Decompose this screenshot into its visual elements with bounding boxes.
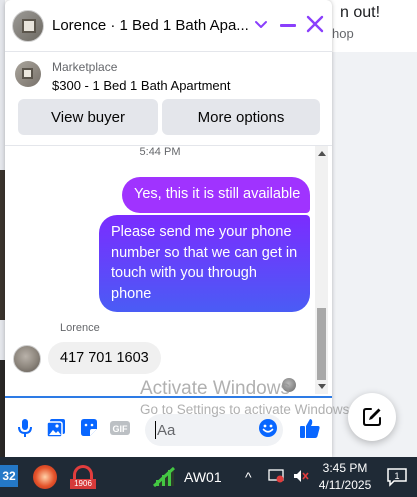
scrollbar[interactable] <box>315 146 328 394</box>
listing-title[interactable]: $300 - 1 Bed 1 Bath Apartment <box>52 78 231 93</box>
chat-title[interactable]: Lorence · 1 Bed 1 Bath Apa... <box>52 17 249 34</box>
photo-icon[interactable] <box>45 417 67 439</box>
minimize-icon <box>280 24 296 27</box>
sticker-icon[interactable] <box>78 417 100 439</box>
outgoing-message[interactable]: Yes, this it is still available <box>122 177 310 213</box>
clock[interactable]: 3:45 PM 4/11/2025 <box>318 460 372 494</box>
taskbar-badge[interactable]: 32 <box>0 465 18 487</box>
view-buyer-button[interactable]: View buyer <box>18 99 158 135</box>
marketplace-card: Marketplace $300 - 1 Bed 1 Bath Apartmen… <box>5 53 332 143</box>
scroll-up-arrow[interactable] <box>318 151 326 156</box>
taskbar: 32 1906 AW01 ^ 3:45 PM 4/11/2025 1 <box>0 457 417 497</box>
background-text: hop <box>332 26 354 41</box>
listing-thumbnail[interactable] <box>15 61 41 87</box>
svg-text:GIF: GIF <box>113 424 129 434</box>
taskbar-app-icon[interactable] <box>33 465 57 489</box>
minimize-button[interactable] <box>277 13 299 35</box>
scroll-thumb[interactable] <box>317 308 326 380</box>
sender-avatar[interactable] <box>13 345 41 373</box>
background-page-right: n out! hop <box>332 0 417 457</box>
scroll-down-arrow[interactable] <box>318 384 326 389</box>
emoji-icon[interactable] <box>258 418 278 438</box>
microphone-icon[interactable] <box>14 417 36 439</box>
sender-name: Lorence <box>60 322 100 334</box>
marketplace-label: Marketplace <box>52 60 118 74</box>
notification-count: 1 <box>394 471 399 481</box>
chat-header[interactable]: Lorence · 1 Bed 1 Bath Apa... <box>5 0 332 52</box>
clock-time: 3:45 PM <box>322 461 368 475</box>
text-caret <box>155 421 156 439</box>
seen-indicator-avatar <box>282 378 296 392</box>
message-input-placeholder: Aa <box>157 421 176 439</box>
chat-window: Lorence · 1 Bed 1 Bath Apa... Marketplac… <box>5 0 332 457</box>
signal-icon[interactable] <box>152 466 176 488</box>
incoming-message[interactable]: 417 701 1603 <box>48 342 161 374</box>
close-icon <box>306 15 324 33</box>
network-label[interactable]: AW01 <box>184 469 222 485</box>
message-list: 5:44 PM Yes, this it is still available … <box>5 145 332 395</box>
volume-muted-icon[interactable] <box>293 468 309 484</box>
clock-date: 4/11/2025 <box>318 478 372 492</box>
tray-chevron-icon[interactable]: ^ <box>245 469 252 485</box>
message-timestamp: 5:44 PM <box>139 146 181 158</box>
new-message-button[interactable] <box>348 393 396 441</box>
app-label: 1906 <box>70 479 96 489</box>
outgoing-message[interactable]: Please send me your phone number so that… <box>99 215 310 312</box>
like-icon[interactable] <box>298 416 322 440</box>
close-button[interactable] <box>304 13 326 35</box>
taskbar-app-icon[interactable]: 1906 <box>70 465 96 491</box>
gif-icon[interactable]: GIF <box>109 417 131 439</box>
listing-avatar[interactable] <box>12 10 44 42</box>
chevron-down-icon[interactable] <box>253 16 269 32</box>
message-composer: GIF Aa <box>5 396 332 457</box>
notification-icon[interactable]: 1 <box>386 467 408 487</box>
display-icon[interactable] <box>268 468 284 484</box>
more-options-button[interactable]: More options <box>162 99 320 135</box>
background-text: n out! <box>340 4 381 21</box>
compose-icon <box>363 408 381 426</box>
